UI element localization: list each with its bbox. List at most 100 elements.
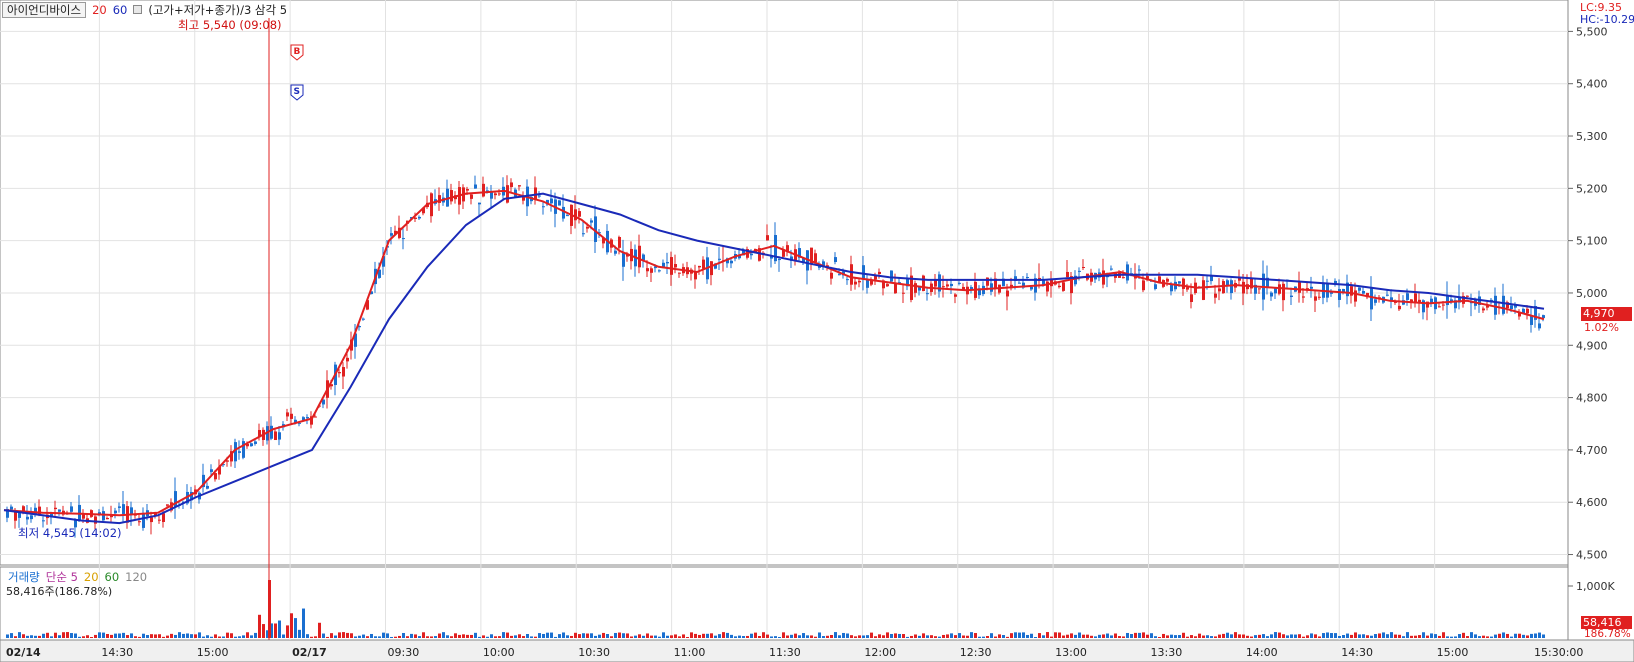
volume-bar: [590, 633, 593, 638]
candle-body: [478, 202, 481, 205]
volume-bar: [422, 632, 425, 638]
volume-bar: [1534, 633, 1537, 638]
volume-bar: [778, 636, 781, 638]
volume-bar: [1262, 634, 1265, 638]
volume-bar: [802, 633, 805, 638]
volume-bar: [466, 634, 469, 638]
candle-body: [838, 274, 841, 276]
y-tick-label: 4,800: [1576, 392, 1608, 405]
volume-bar: [10, 633, 13, 638]
candle-body: [1338, 289, 1341, 300]
volume-bar: [434, 636, 437, 638]
volume-bar: [854, 636, 857, 638]
volume-bar: [166, 635, 169, 638]
candle-body: [1282, 283, 1285, 301]
candle-body: [1362, 290, 1365, 294]
candle-body: [702, 259, 705, 269]
volume-bar: [826, 635, 829, 638]
volume-bar: [982, 636, 985, 638]
volume-bar: [930, 635, 933, 638]
volume-bar: [822, 636, 825, 638]
volume-bar: [1450, 636, 1453, 638]
volume-bar: [682, 634, 685, 638]
candle-body: [942, 286, 945, 288]
volume-bar: [866, 635, 869, 638]
volume-bar: [634, 635, 637, 638]
volume-bar: [1538, 632, 1541, 638]
candle-body: [1310, 286, 1313, 289]
volume-bar: [1074, 634, 1077, 638]
volume-ma120[interactable]: 120: [125, 570, 147, 584]
volume-bar: [1382, 632, 1385, 638]
candle-body: [250, 443, 253, 447]
volume-bar: [278, 620, 281, 638]
volume-bar: [1486, 636, 1489, 638]
volume-bar: [1006, 636, 1009, 638]
volume-bar: [1410, 635, 1413, 638]
volume-bar: [130, 633, 133, 638]
volume-bar: [1530, 633, 1533, 638]
volume-bar: [334, 635, 337, 638]
x-tick-label: 10:00: [483, 646, 515, 659]
volume-bar: [514, 635, 517, 638]
volume-bar: [78, 636, 81, 638]
volume-ma20[interactable]: 20: [84, 570, 99, 584]
volume-bar: [1430, 633, 1433, 638]
candle-body: [138, 521, 141, 523]
volume-bar: [490, 634, 493, 638]
volume-bar: [1046, 632, 1049, 638]
volume-bar: [1354, 632, 1357, 638]
candle-body: [674, 264, 677, 268]
volume-bar: [1054, 632, 1057, 638]
volume-bar: [134, 636, 137, 638]
volume-bar: [534, 636, 537, 638]
volume-bar: [1250, 636, 1253, 638]
volume-bar: [402, 632, 405, 638]
volume-bar: [946, 634, 949, 638]
volume-bar: [82, 636, 85, 638]
y-tick-label: 4,700: [1576, 444, 1608, 457]
volume-bar: [1178, 635, 1181, 638]
volume-bar: [502, 632, 505, 638]
volume-bar: [1194, 636, 1197, 638]
volume-bar: [1406, 632, 1409, 638]
candle-body: [902, 292, 905, 294]
candle-body: [214, 473, 217, 480]
candle-body: [270, 425, 273, 439]
volume-bar: [782, 632, 785, 638]
candle-body: [450, 190, 453, 202]
legend-ma60[interactable]: 60: [113, 3, 128, 17]
volume-bar: [770, 636, 773, 638]
legend-triangle[interactable]: (고가+저가+종가)/3 삼각 5: [148, 2, 287, 18]
candle-body: [1230, 280, 1233, 294]
candle-body: [150, 517, 153, 523]
volume-bar: [494, 636, 497, 638]
legend-ma20[interactable]: 20: [92, 3, 107, 17]
volume-bar: [1234, 632, 1237, 638]
chart-canvas[interactable]: 5,500 5,400 5,300 5,200 5,100 5,000 4,900 4,800…: [0, 0, 1634, 662]
candle-body: [622, 253, 625, 267]
volume-value: 58,416주(186.78%): [6, 585, 113, 598]
volume-tick-label: 1,000K: [1576, 580, 1615, 593]
candle-body: [1446, 295, 1449, 306]
candle-body: [1326, 282, 1329, 298]
candle-body: [1186, 287, 1189, 290]
volume-bar: [1278, 632, 1281, 638]
volume-bar: [382, 632, 385, 638]
candle-body: [1026, 276, 1029, 278]
volume-bar: [294, 618, 297, 638]
volume-bar: [158, 634, 161, 638]
volume-bar: [30, 635, 33, 638]
volume-bar: [46, 632, 49, 638]
volume-ma60[interactable]: 60: [105, 570, 120, 584]
volume-bar: [1022, 632, 1025, 638]
volume-bar: [1350, 634, 1353, 638]
volume-bar: [1294, 634, 1297, 638]
stock-name[interactable]: 아이언디바이스: [2, 1, 87, 18]
candle-body: [1030, 286, 1033, 290]
candle-body: [238, 451, 241, 453]
candle-body: [390, 233, 393, 236]
candle-body: [550, 198, 553, 204]
candle-body: [210, 469, 213, 472]
volume-bar: [22, 634, 25, 638]
